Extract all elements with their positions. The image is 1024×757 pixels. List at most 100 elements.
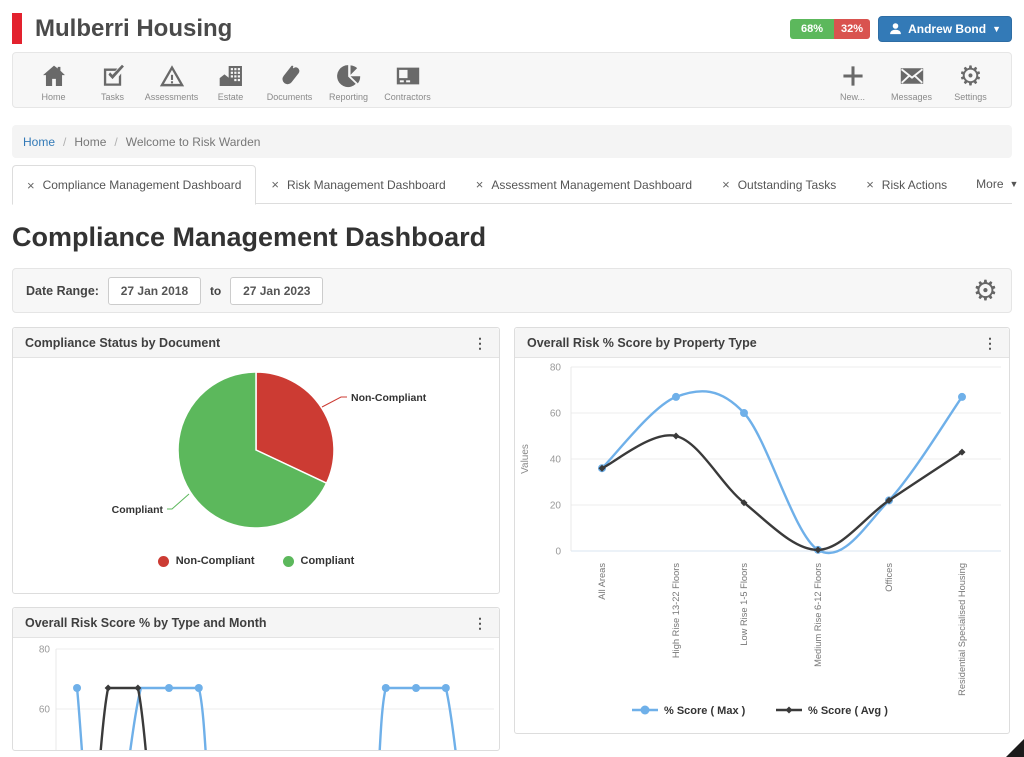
gear-icon[interactable]: ⚙ [973,277,998,305]
card-title: Overall Risk % Score by Property Type [527,336,757,350]
x-category-label: All Areas [597,563,607,600]
date-from-input[interactable] [108,277,201,305]
brand: Mulberri Housing [12,13,232,44]
toolbar-item-new[interactable]: New... [824,62,881,102]
estate-icon [217,62,245,90]
breadcrumb-item-home[interactable]: Home [23,135,55,149]
data-point [195,684,203,692]
data-point [412,684,420,692]
series-line-score-avg [602,435,962,550]
legend-label: Compliant [301,555,355,567]
tab-more[interactable]: More ▼ [962,165,1024,202]
data-point [672,393,680,401]
pie-annotation-non-compliant: Non-Compliant [351,392,427,404]
kebab-menu-icon[interactable]: ⋮ [473,616,487,630]
data-point [673,433,680,440]
close-icon[interactable]: × [866,178,874,191]
x-category-label: Residential Specialised Housing [957,563,967,696]
close-icon[interactable]: × [27,179,35,192]
toolbar-item-reporting[interactable]: Reporting [320,62,377,102]
toolbar-item-label: Contractors [384,92,431,102]
toolbar-item-label: Tasks [101,92,124,102]
y-tick-label: 60 [39,705,51,716]
breadcrumb-item-welcome-to-risk-warden: Welcome to Risk Warden [126,135,261,149]
data-point [105,685,112,692]
brand-title: Mulberri Housing [35,15,232,43]
non-compliant-percent-badge: 32% [834,19,870,39]
tab-label: Outstanding Tasks [738,178,837,192]
y-tick-label: 40 [550,455,562,466]
svg-text:% Score ( Avg ): % Score ( Avg ) [808,705,888,717]
user-menu-button[interactable]: Andrew Bond ▼ [878,16,1012,42]
legend-item-non-compliant[interactable]: Non-Compliant [158,555,255,567]
close-icon[interactable]: × [476,178,484,191]
series-line-0 [77,688,474,750]
tab-label: Risk Actions [882,178,947,192]
legend-item-score-avg: % Score ( Avg ) [776,705,888,717]
toolbar-item-home[interactable]: Home [25,62,82,102]
tab-risk-management-dashboard[interactable]: × Risk Management Dashboard [256,165,460,204]
svg-text:% Score ( Max ): % Score ( Max ) [664,705,746,717]
data-point [165,684,173,692]
compliance-ratio-badge[interactable]: 68% 32% [790,19,870,39]
breadcrumb-item-home: Home [74,135,106,149]
mouse-cursor [1006,739,1024,757]
date-to-input[interactable] [230,277,323,305]
kebab-menu-icon[interactable]: ⋮ [473,336,487,350]
y-axis-label: Values [520,444,531,474]
y-tick-label: 20 [550,501,562,512]
toolbar-item-tasks[interactable]: Tasks [84,62,141,102]
toolbar-item-estate[interactable]: Estate [202,62,259,102]
gear-icon: ⚙ [958,62,982,90]
to-label: to [210,284,221,298]
card-risk-by-property-type: Overall Risk % Score by Property Type ⋮ … [514,327,1010,734]
reporting-icon [335,62,363,90]
compliant-percent-badge: 68% [790,19,834,39]
envelope-icon [898,62,926,90]
series-line-score-max [602,391,962,553]
kebab-menu-icon[interactable]: ⋮ [983,336,997,350]
card-title: Overall Risk Score % by Type and Month [25,616,267,630]
series-line-1 [89,688,159,750]
tab-compliance-management-dashboard[interactable]: × Compliance Management Dashboard [12,165,256,205]
toolbar-item-contractors[interactable]: Contractors [379,62,436,102]
data-point [786,707,793,714]
card-title: Compliance Status by Document [25,336,220,350]
brand-accent-bar [12,13,22,44]
tasks-icon [99,62,127,90]
card-risk-by-month: Overall Risk Score % by Type and Month ⋮… [12,607,500,751]
legend-dot [283,556,294,567]
page-title: Compliance Management Dashboard [12,222,1012,253]
y-tick-label: 60 [550,409,562,420]
pie-annotation-compliant: Compliant [112,504,164,516]
toolbar-item-documents[interactable]: Documents [261,62,318,102]
tab-bar: × Compliance Management Dashboard× Risk … [12,165,1012,204]
toolbar-item-settings[interactable]: ⚙ Settings [942,62,999,102]
close-icon[interactable]: × [722,178,730,191]
legend-item-score-max: % Score ( Max ) [632,705,746,717]
tab-outstanding-tasks[interactable]: × Outstanding Tasks [707,165,851,204]
data-point [442,684,450,692]
dashboard-grid: Compliance Status by Document ⋮ Non-Comp… [12,327,1012,751]
tab-label: Assessment Management Dashboard [491,178,692,192]
close-icon[interactable]: × [271,178,279,191]
person-icon [889,22,902,35]
legend-item-compliant[interactable]: Compliant [283,555,355,567]
tab-risk-actions[interactable]: × Risk Actions [851,165,962,204]
data-point [740,409,748,417]
user-name: Andrew Bond [908,22,986,36]
contractors-icon [394,62,422,90]
x-category-label: Low Rise 1-5 Floors [739,563,749,646]
tab-assessment-management-dashboard[interactable]: × Assessment Management Dashboard [461,165,707,204]
property-type-line-chart: 020406080ValuesAll AreasHigh Rise 13-22 … [515,358,1009,733]
legend-dot [158,556,169,567]
toolbar-item-label: Home [41,92,65,102]
toolbar-item-label: Settings [954,92,987,102]
toolbar-item-label: Documents [267,92,313,102]
date-range-filter: Date Range: to ⚙ [12,268,1012,313]
toolbar-item-assessments[interactable]: Assessments [143,62,200,102]
card-compliance-status: Compliance Status by Document ⋮ Non-Comp… [12,327,500,594]
data-point [641,706,650,715]
toolbar-item-messages[interactable]: Messages [883,62,940,102]
toolbar-item-label: Messages [891,92,932,102]
